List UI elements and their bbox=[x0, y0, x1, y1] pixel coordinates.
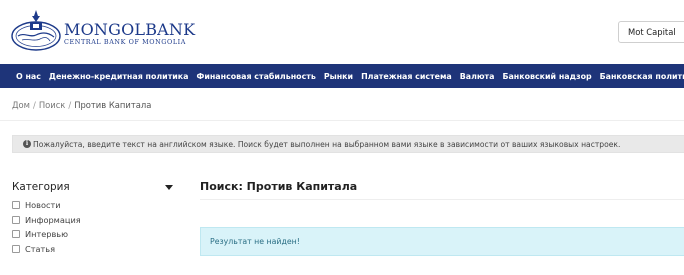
nav-item-markets[interactable]: Рынки bbox=[324, 72, 353, 81]
nav-item-payment-system[interactable]: Платежная система bbox=[361, 72, 452, 81]
mongolbank-seal-icon bbox=[11, 10, 61, 51]
breadcrumb-separator: / bbox=[33, 100, 36, 110]
category-checkbox[interactable] bbox=[12, 230, 20, 239]
category-label: Новости bbox=[25, 200, 61, 211]
breadcrumb-home[interactable]: Дом bbox=[12, 100, 30, 110]
nav-item-about[interactable]: О нас bbox=[16, 72, 41, 81]
breadcrumb: Дом / Поиск / Против Капитала bbox=[12, 100, 151, 110]
category-label: Интервью bbox=[25, 229, 69, 240]
category-item-article[interactable]: Статья bbox=[12, 242, 81, 257]
nav-item-financial-stability[interactable]: Финансовая стабильность bbox=[197, 72, 316, 81]
category-item-interview[interactable]: Интервью bbox=[12, 227, 81, 242]
nav-items: О нас Денежно-кредитная политика Финансо… bbox=[0, 64, 684, 88]
nav-item-monetary-policy[interactable]: Денежно-кредитная политика bbox=[49, 72, 189, 81]
logo[interactable] bbox=[10, 8, 62, 52]
brand-name[interactable]: MONGOLBANK bbox=[64, 20, 195, 39]
chevron-down-icon[interactable] bbox=[165, 185, 173, 190]
category-item-information[interactable]: Информация bbox=[12, 213, 81, 228]
category-label: Информация bbox=[25, 214, 81, 225]
category-title: Категория bbox=[12, 181, 70, 193]
category-checkbox[interactable] bbox=[12, 201, 20, 210]
category-label: Статья bbox=[25, 243, 56, 254]
divider bbox=[200, 199, 684, 200]
category-checkbox[interactable] bbox=[12, 215, 20, 224]
breadcrumb-separator: / bbox=[68, 100, 72, 110]
no-results-alert: Результат не найден! bbox=[200, 227, 684, 256]
search-input[interactable] bbox=[618, 21, 684, 43]
no-results-text: Результат не найден! bbox=[210, 237, 300, 246]
category-checkbox[interactable] bbox=[12, 244, 20, 253]
category-list: Новости Информация Интервью Статья bbox=[12, 198, 81, 256]
search-results-title: Поиск: Против Капитала bbox=[200, 180, 358, 193]
language-notice: i Пожалуйста, введите текст на английско… bbox=[12, 135, 684, 153]
notice-text: Пожалуйста, введите текст на английском … bbox=[33, 139, 621, 149]
breadcrumb-current: Против Капитала bbox=[74, 100, 152, 110]
divider bbox=[0, 120, 684, 121]
nav-item-banking-supervision[interactable]: Банковский надзор bbox=[502, 72, 591, 81]
main-nav: О нас Денежно-кредитная политика Финансо… bbox=[0, 64, 684, 88]
info-icon: i bbox=[23, 140, 31, 148]
breadcrumb-search[interactable]: Поиск bbox=[39, 100, 66, 110]
nav-item-currency[interactable]: Валюта bbox=[460, 72, 495, 81]
nav-item-banking-policy[interactable]: Банковская политика и урегулирование bbox=[600, 72, 684, 81]
category-item-news[interactable]: Новости bbox=[12, 198, 81, 213]
brand-subtitle: CENTRAL BANK OF MONGOLIA bbox=[64, 38, 187, 46]
